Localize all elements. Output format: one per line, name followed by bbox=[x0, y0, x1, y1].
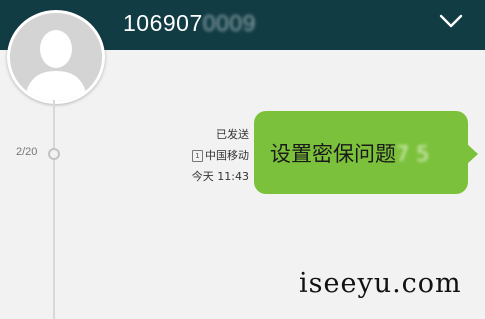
default-person-avatar-icon bbox=[10, 13, 102, 101]
timeline-dot bbox=[48, 148, 60, 160]
contact-number-masked: 0009 bbox=[202, 10, 256, 36]
contact-number: 1069070009 bbox=[123, 10, 256, 37]
message-status: 已发送 bbox=[216, 128, 249, 141]
timeline-line bbox=[53, 100, 55, 319]
message-carrier: 中国移动 bbox=[205, 149, 249, 162]
chevron-down-icon[interactable] bbox=[436, 10, 466, 32]
message-text-visible: 设置密保问题 bbox=[270, 142, 396, 166]
sim-slot-icon: 1 bbox=[192, 150, 203, 162]
contact-number-visible: 106907 bbox=[123, 10, 203, 36]
message-text: 设置密保问题7 5 bbox=[270, 138, 429, 168]
message-bubble-tail bbox=[466, 143, 478, 165]
watermark: iseeyu.com bbox=[299, 268, 462, 299]
message-text-masked: 7 5 bbox=[396, 142, 430, 166]
message-carrier-line: 1 中国移动 bbox=[192, 147, 249, 163]
avatar[interactable] bbox=[7, 10, 105, 104]
page-counter: 2/20 bbox=[16, 146, 38, 158]
message-timestamp: 今天 11:43 bbox=[191, 170, 249, 183]
